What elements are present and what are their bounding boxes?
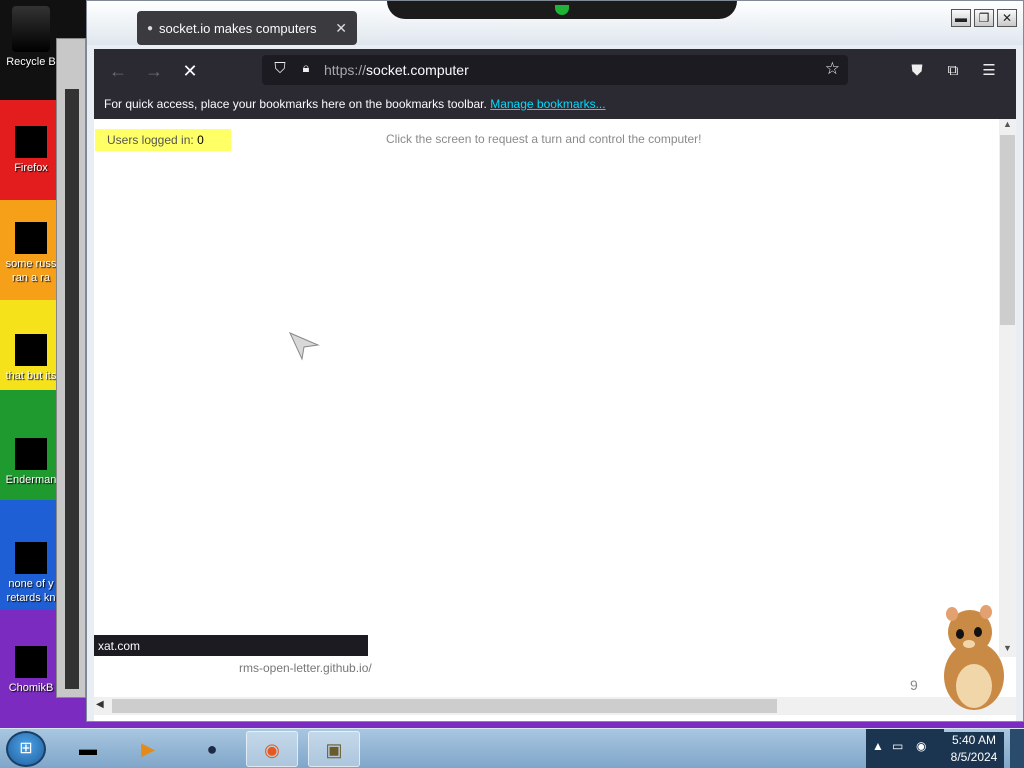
- firefox-icon: ◉: [264, 740, 280, 760]
- scroll-left-icon[interactable]: ◀: [96, 699, 104, 710]
- taskbar-hamster-box[interactable]: ▣: [308, 731, 360, 767]
- pocket-icon[interactable]: ⛊: [906, 60, 928, 82]
- url-host: socket.computer: [366, 62, 469, 78]
- background-window[interactable]: [56, 38, 86, 698]
- tab-title: socket.io makes computers: [159, 20, 317, 36]
- opera-icon: [15, 542, 47, 574]
- counter-value: 9: [910, 677, 918, 693]
- desktop-icon-label: that but its: [5, 370, 57, 382]
- firefox-icon: [15, 126, 47, 158]
- taskbar: ⊞ ▬ ▶ ● ◉ ▣ ▲ ▭ ◉ 5:40 AM 8/5/2024: [0, 728, 1024, 768]
- taskbar-firefox[interactable]: ◉: [246, 731, 298, 767]
- desktop-icon-label: some russ: [5, 258, 57, 270]
- desktop-icon-label: ChomikB: [8, 682, 54, 694]
- hamster-box-icon: ▣: [325, 740, 343, 760]
- page-content[interactable]: Users logged in: 0 Click the screen to r…: [94, 119, 1016, 657]
- windows-logo-icon: ⊞: [19, 740, 33, 757]
- desktop-icon-label: Firefox: [14, 162, 48, 174]
- tab-loading-icon: ●: [147, 22, 154, 34]
- extensions-icon[interactable]: ⧉: [942, 60, 964, 82]
- desktop-icon-label-line2: retards kn: [6, 592, 56, 604]
- tab-close-icon[interactable]: ✕: [335, 20, 347, 37]
- system-tray: ▲ ▭ ◉: [866, 729, 944, 768]
- clock[interactable]: 5:40 AM 8/5/2024: [944, 732, 1004, 768]
- horizontal-scroll-thumb[interactable]: [112, 699, 777, 713]
- start-button[interactable]: ⊞: [6, 731, 46, 767]
- show-desktop-button[interactable]: [1010, 729, 1024, 768]
- browser-window: ▬ ❐ ✕ ● socket.io makes computers ✕ ← → …: [86, 0, 1024, 722]
- desktop-icon-opera[interactable]: none of y retards kn: [0, 542, 62, 605]
- desktop-icon-label: Recycle B: [6, 56, 56, 68]
- desktop-icon-label: Enderman: [5, 474, 57, 486]
- turn-hint: Click the screen to request a turn and c…: [386, 132, 702, 146]
- remote-cursor-icon: [289, 332, 320, 361]
- desktop-icon-document[interactable]: some russ ran a ra: [0, 222, 62, 285]
- document-icon: [15, 222, 47, 254]
- app-icon: [15, 438, 47, 470]
- desktop-icon-label-line2: ran a ra: [12, 272, 50, 284]
- menu-icon[interactable]: ☰: [978, 60, 1000, 82]
- scroll-thumb[interactable]: [1000, 135, 1015, 325]
- status-link-preview: xat.com: [94, 635, 368, 656]
- bookmark-star-icon[interactable]: ☆: [825, 59, 840, 79]
- page-footer-area: rms-open-letter.github.io/ 9 ◀: [94, 657, 1016, 721]
- hamster-sticker: [944, 605, 1004, 710]
- lock-icon[interactable]: 🔒︎: [298, 60, 314, 80]
- folder-icon: [15, 334, 47, 366]
- forward-button[interactable]: →: [140, 59, 168, 83]
- users-logged-in-badge: Users logged in: 0: [95, 129, 231, 151]
- users-count: 0: [197, 133, 204, 147]
- back-button[interactable]: ←: [104, 59, 132, 83]
- horizontal-scrollbar[interactable]: ◀: [94, 697, 1016, 715]
- bookmarks-toolbar: For quick access, place your bookmarks h…: [104, 97, 606, 111]
- clock-time: 5:40 AM: [951, 733, 997, 747]
- hamster-icon: [15, 646, 47, 678]
- desktop-icon-enderman[interactable]: Enderman: [0, 438, 62, 487]
- background-window-content: [65, 89, 79, 689]
- stop-loading-button[interactable]: ✕: [176, 59, 204, 83]
- taskbar-terminal[interactable]: ▬: [62, 731, 114, 767]
- taskbar-globe[interactable]: ●: [186, 731, 238, 767]
- taskbar-media-player[interactable]: ▶: [122, 731, 174, 767]
- tab-strip: ● socket.io makes computers ✕: [95, 9, 1017, 45]
- vertical-scrollbar[interactable]: ▲ ▼: [999, 119, 1016, 657]
- url-text: https://socket.computer: [324, 62, 469, 78]
- browser-toolbar: ← → ✕ ⛉ 🔒︎ https://socket.computer ☆ ⛊ ⧉…: [94, 49, 1016, 119]
- media-player-icon: ▶: [141, 739, 155, 759]
- desktop-icon-recycle-bin[interactable]: Recycle B: [0, 6, 62, 69]
- recycle-bin-icon: [12, 6, 50, 52]
- terminal-icon: ▬: [79, 739, 97, 759]
- network-icon[interactable]: ▭: [892, 739, 903, 753]
- bookmarks-hint: For quick access, place your bookmarks h…: [104, 97, 487, 111]
- desktop-icon-label: none of y: [8, 578, 54, 590]
- clock-date: 8/5/2024: [950, 750, 998, 764]
- desktop-icon-folder[interactable]: that but its: [0, 334, 62, 383]
- globe-icon: ●: [206, 739, 218, 759]
- show-hidden-icons[interactable]: ▲: [872, 739, 884, 753]
- url-protocol: https://: [324, 62, 367, 78]
- manage-bookmarks-link[interactable]: Manage bookmarks...: [490, 97, 605, 111]
- url-bar[interactable]: ⛉ 🔒︎ https://socket.computer ☆: [262, 55, 848, 85]
- users-label: Users logged in:: [107, 133, 194, 147]
- shield-icon[interactable]: ⛉: [270, 60, 290, 80]
- volume-icon[interactable]: ◉: [916, 739, 926, 753]
- desktop-icon-firefox[interactable]: Firefox: [0, 126, 62, 175]
- tab-socket-computer[interactable]: ● socket.io makes computers ✕: [137, 11, 357, 45]
- rms-link[interactable]: rms-open-letter.github.io/: [239, 661, 372, 675]
- scroll-up-icon[interactable]: ▲: [999, 119, 1016, 133]
- desktop-icon-chomik[interactable]: ChomikB: [0, 646, 62, 695]
